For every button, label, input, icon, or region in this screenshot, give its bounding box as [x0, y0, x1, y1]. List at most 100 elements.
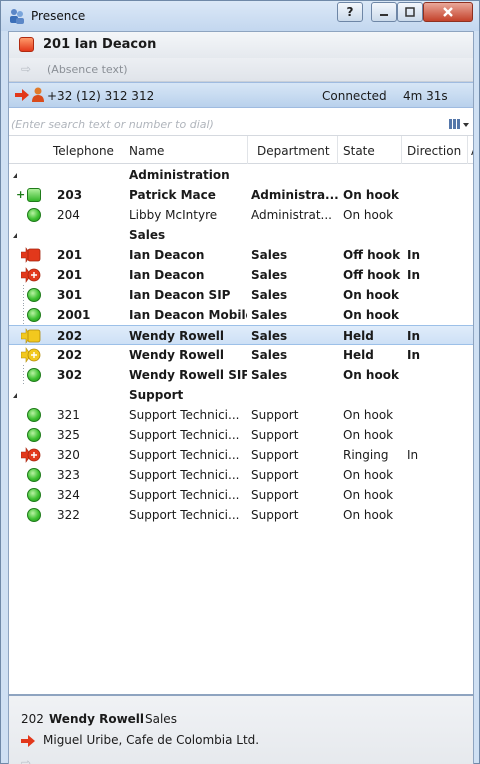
column-header-department[interactable]: Department [257, 144, 330, 158]
group-header-row[interactable]: Sales [9, 225, 473, 245]
contact-row[interactable]: 322 Support Technici... Support On hook [9, 505, 473, 525]
collapse-group-icon[interactable] [13, 173, 17, 178]
absence-message-icon: ⇨ [21, 756, 32, 764]
department-cell: Sales [251, 348, 288, 362]
column-divider[interactable] [337, 136, 338, 164]
minimize-icon [380, 14, 388, 16]
presence-window: Presence ? 201 Ian Deacon ⇨ (Absence tex… [0, 0, 480, 764]
contact-row[interactable]: 302 Wendy Rowell SIP Sales On hook A [9, 365, 473, 385]
available-status-icon [27, 488, 41, 502]
contact-row[interactable]: 201 Ian Deacon Sales Off hook In A [9, 265, 473, 285]
telephone-cell: 204 [57, 208, 80, 222]
column-header-direction[interactable]: Direction [407, 144, 461, 158]
department-cell: Support [251, 448, 299, 462]
collapse-group-icon[interactable] [13, 233, 17, 238]
column-header-telephone[interactable]: Telephone [53, 144, 114, 158]
contact-row[interactable]: +203 Patrick Mace Administra... On hook [9, 185, 473, 205]
search-input[interactable] [9, 114, 429, 134]
column-divider[interactable] [401, 136, 402, 164]
details-name: Wendy Rowell [49, 712, 145, 726]
incoming-call-arrow-icon [21, 735, 35, 747]
ringing-status-icon [21, 447, 41, 463]
column-header-name[interactable]: Name [129, 144, 164, 158]
available-status-icon [27, 368, 41, 382]
contact-row[interactable]: 201 Ian Deacon Sales Off hook In [9, 245, 473, 265]
active-call-row[interactable]: +32 (12) 312 312 Connected 4m 31s [9, 82, 473, 108]
column-chooser-icon[interactable] [449, 118, 469, 130]
available-status-icon [27, 428, 41, 442]
column-header-state[interactable]: State [343, 144, 375, 158]
contact-row[interactable]: 324 Support Technici... Support On hook [9, 485, 473, 505]
group-title: Administration [129, 168, 230, 182]
minimize-button[interactable] [371, 2, 397, 22]
telephone-cell: 202 [57, 329, 83, 343]
telephone-cell: 302 [57, 368, 83, 382]
department-cell: Sales [251, 288, 288, 302]
tree-line [23, 305, 24, 325]
call-number: +32 (12) 312 312 [47, 89, 155, 103]
details-department: Sales [145, 712, 177, 726]
state-cell: Held [343, 329, 374, 343]
absence-message-icon: ⇨ [21, 62, 32, 76]
title-bar[interactable]: Presence ? [1, 1, 479, 31]
call-duration: 4m 31s [403, 89, 448, 103]
close-icon [443, 7, 453, 17]
state-cell: On hook [343, 188, 399, 202]
window-title: Presence [31, 9, 86, 23]
contact-row[interactable]: 301 Ian Deacon SIP Sales On hook A [9, 285, 473, 305]
name-cell: Wendy Rowell SIP [129, 368, 247, 382]
state-cell: On hook [343, 368, 399, 382]
contact-row[interactable]: 325 Support Technici... Support On hook [9, 425, 473, 445]
state-cell: Ringing [343, 448, 389, 462]
contact-row[interactable]: 202 Wendy Rowell Sales Held In [9, 325, 473, 345]
available-status-icon [27, 508, 41, 522]
maximize-button[interactable] [397, 2, 423, 22]
column-divider[interactable] [247, 136, 248, 164]
column-divider[interactable] [467, 136, 468, 164]
details-caller: Miguel Uribe, Cafe de Colombia Ltd. [43, 733, 260, 747]
name-cell: Patrick Mace [129, 188, 216, 202]
expand-icon[interactable]: + [16, 188, 25, 201]
help-button[interactable]: ? [337, 2, 363, 22]
contact-row[interactable]: 202 Wendy Rowell Sales Held In A [9, 345, 473, 365]
state-cell: Off hook [343, 248, 401, 262]
telephone-cell: 323 [57, 468, 80, 482]
contact-row[interactable]: 2001 Ian Deacon Mobile Sales On hook A [9, 305, 473, 325]
department-cell: Sales [251, 248, 288, 262]
name-cell: Support Technici... [129, 408, 240, 422]
name-cell: Support Technici... [129, 468, 240, 482]
contact-row[interactable]: 204 Libby McIntyre Administrat... On hook [9, 205, 473, 225]
close-button[interactable] [423, 2, 473, 22]
owner-row[interactable]: 201 Ian Deacon [9, 32, 473, 58]
a-cell: A [473, 268, 474, 282]
direction-cell: In [407, 268, 421, 282]
department-cell: Support [251, 468, 299, 482]
direction-cell: In [407, 248, 421, 262]
contact-row[interactable]: 321 Support Technici... Support On hook [9, 405, 473, 425]
telephone-cell: 2001 [57, 308, 91, 322]
collapse-group-icon[interactable] [13, 393, 17, 398]
name-cell: Support Technici... [129, 428, 240, 442]
absence-text: (Absence text) [47, 63, 128, 76]
state-cell: On hook [343, 308, 399, 322]
incoming-call-arrow-icon [15, 89, 29, 101]
name-cell: Ian Deacon [129, 268, 205, 282]
available-status-icon [27, 288, 41, 302]
table-header: Telephone Name Department State Directio… [9, 136, 473, 164]
available-status-icon [27, 308, 41, 322]
group-header-row[interactable]: Administration [9, 165, 473, 185]
group-header-row[interactable]: Support [9, 385, 473, 405]
telephone-cell: 301 [57, 288, 83, 302]
tree-line [23, 285, 24, 305]
a-cell: A [473, 368, 474, 382]
name-cell: Support Technici... [129, 488, 240, 502]
state-cell: On hook [343, 208, 394, 222]
name-cell: Wendy Rowell [129, 329, 225, 343]
contact-row[interactable]: 323 Support Technici... Support On hook [9, 465, 473, 485]
absence-row[interactable]: ⇨ (Absence text) [9, 58, 473, 82]
state-cell: On hook [343, 488, 394, 502]
contact-row[interactable]: 320 Support Technici... Support Ringing In [9, 445, 473, 465]
column-header-a[interactable]: A [471, 144, 473, 158]
department-cell: Support [251, 488, 299, 502]
available-status-icon [27, 468, 41, 482]
